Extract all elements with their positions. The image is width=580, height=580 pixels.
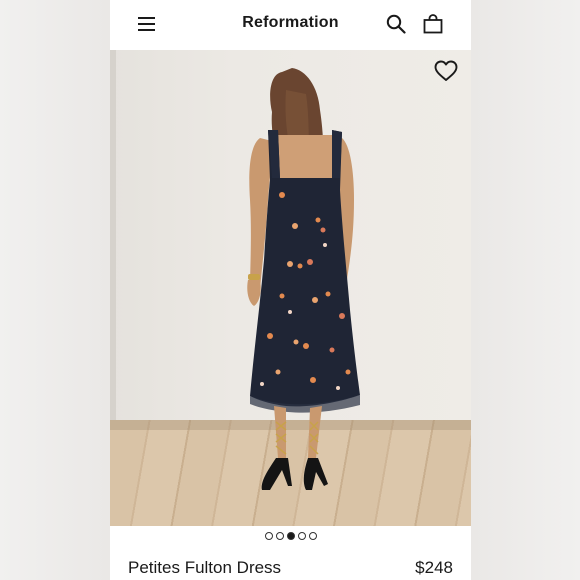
carousel-dots — [110, 532, 471, 542]
left-backdrop — [0, 0, 110, 580]
product-price: $248 — [415, 558, 453, 577]
heart-icon[interactable] — [434, 60, 458, 82]
carousel-dot[interactable] — [297, 532, 306, 540]
search-icon[interactable] — [386, 14, 406, 34]
carousel-dot[interactable] — [264, 532, 273, 540]
carousel-dot[interactable] — [308, 532, 317, 540]
top-header: Reformation — [110, 0, 471, 50]
product-image[interactable] — [110, 50, 471, 526]
app-screen: Reformation Petites Fulton Dress $248 — [110, 0, 471, 580]
brand-logo[interactable]: Reformation — [110, 14, 471, 32]
carousel-dot[interactable] — [275, 532, 284, 540]
carousel-dot-active[interactable] — [286, 532, 295, 540]
product-name: Petites Fulton Dress — [128, 558, 282, 577]
bag-icon[interactable] — [422, 13, 444, 35]
model-figure — [247, 68, 360, 490]
right-backdrop — [471, 0, 580, 580]
